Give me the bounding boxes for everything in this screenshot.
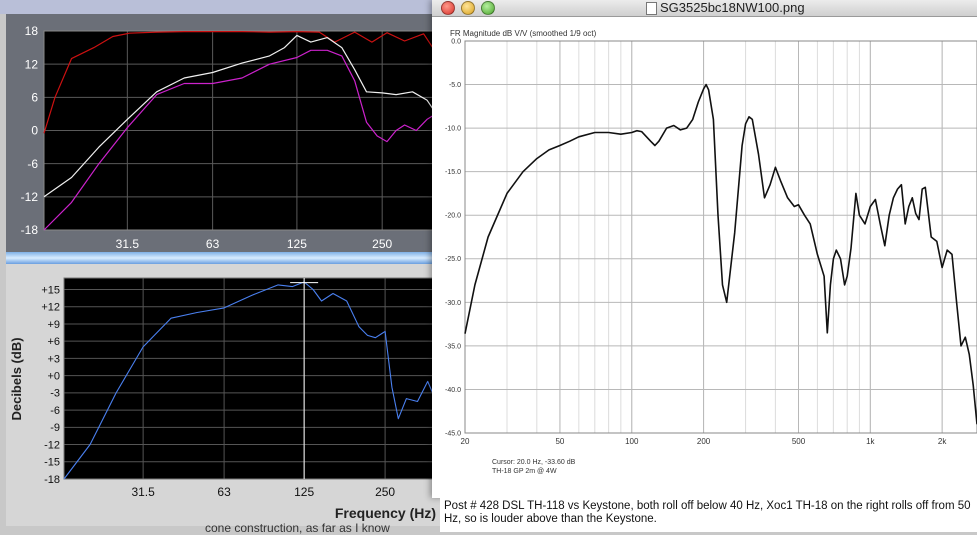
y-tick-label: -15	[44, 457, 60, 469]
y-axis-label: Decibels (dB)	[9, 337, 24, 420]
x-tick-label: 200	[697, 437, 711, 446]
post-caption: Post # 428 DSL TH-118 vs Keystone, both …	[440, 498, 977, 532]
partial-text: cone construction, as far as I know	[205, 521, 390, 535]
x-tick-label: 125	[294, 485, 314, 499]
y-tick-label: +12	[41, 302, 60, 314]
y-tick-label: -40.0	[445, 387, 461, 394]
series-line	[464, 83, 977, 425]
x-tick-label: 250	[372, 237, 392, 251]
y-tick-label: -18	[21, 223, 39, 237]
y-tick-label: 0.0	[451, 38, 461, 45]
y-tick-label: -3	[50, 388, 60, 400]
x-tick-label: 31.5	[116, 237, 140, 251]
y-tick-label: -9	[50, 422, 60, 434]
chart-c: 0.0 -5.0 -10.0 -15.0 -20.0 -25.0 -30.0 -35.0 -40…	[445, 29, 977, 475]
x-tick-label: 2k	[938, 437, 947, 446]
y-tick-label: -20.0	[445, 213, 461, 220]
y-tick-label: -25.0	[445, 256, 461, 263]
y-tick-label: 12	[25, 57, 39, 71]
x-tick-label: 100	[625, 437, 639, 446]
y-tick-label: +15	[41, 284, 60, 296]
chart-title: FR Magnitude dB V/V (smoothed 1/9 oct)	[450, 29, 597, 38]
y-tick-label: +0	[47, 370, 60, 382]
window-titlebar[interactable]: SG3525bc18NW100.png	[432, 0, 977, 17]
chart-a: 18 12 6 0 -6 -12 -18 31.5 63 125 250	[21, 24, 440, 251]
series-line	[43, 31, 440, 134]
x-tick-label: 31.5	[131, 485, 155, 499]
plot-frame	[464, 40, 977, 434]
image-window: SG3525bc18NW100.png 0.0 -5.0 -10.0 -15.0 -20…	[432, 0, 977, 498]
separator-bar[interactable]	[6, 252, 440, 264]
x-tick-label: 250	[375, 485, 395, 499]
window-title: SG3525bc18NW100.png	[660, 0, 805, 15]
x-tick-label: 63	[217, 485, 231, 499]
y-tick-label: +3	[47, 353, 60, 365]
chart-footer: TH-18 GP 2m @ 4W	[492, 468, 557, 475]
y-tick-label: -15.0	[445, 169, 461, 176]
y-tick-label: +9	[47, 319, 60, 331]
x-tick-label: 500	[792, 437, 806, 446]
plot-frame	[63, 277, 440, 480]
y-tick-label: +6	[47, 336, 60, 348]
y-tick-label: -5.0	[449, 82, 461, 89]
series-line	[43, 34, 440, 198]
y-tick-label: 6	[31, 91, 38, 105]
y-tick-label: 18	[25, 24, 39, 38]
y-tick-label: 0	[31, 124, 38, 138]
y-tick-label: -6	[50, 405, 60, 417]
zoom-icon[interactable]	[481, 1, 495, 15]
y-tick-label: -12	[21, 190, 39, 204]
x-tick-label: 20	[461, 437, 470, 446]
y-tick-label: -45.0	[445, 430, 461, 437]
x-tick-label: 125	[287, 237, 307, 251]
y-tick-label: -30.0	[445, 300, 461, 307]
y-tick-label: -10.0	[445, 126, 461, 133]
y-tick-label: -12	[44, 439, 60, 451]
y-tick-label: -18	[44, 474, 60, 486]
document-icon	[646, 2, 657, 15]
series-line	[43, 49, 440, 231]
cursor-readout: Cursor: 20.0 Hz, -33.60 dB	[492, 459, 576, 466]
x-axis-label: Frequency (Hz)	[335, 505, 436, 521]
chart-b: +15 +12 +9 +6 +3 +0 -3 -6 -9 -12 -15 -18 31.5 63 125 25…	[9, 277, 440, 521]
x-tick-label: 1k	[866, 437, 875, 446]
close-icon[interactable]	[441, 1, 455, 15]
y-tick-label: -6	[27, 157, 38, 171]
x-tick-label: 63	[206, 237, 220, 251]
y-tick-label: -35.0	[445, 343, 461, 350]
x-tick-label: 50	[555, 437, 564, 446]
series-line	[63, 281, 440, 480]
minimize-icon[interactable]	[461, 1, 475, 15]
